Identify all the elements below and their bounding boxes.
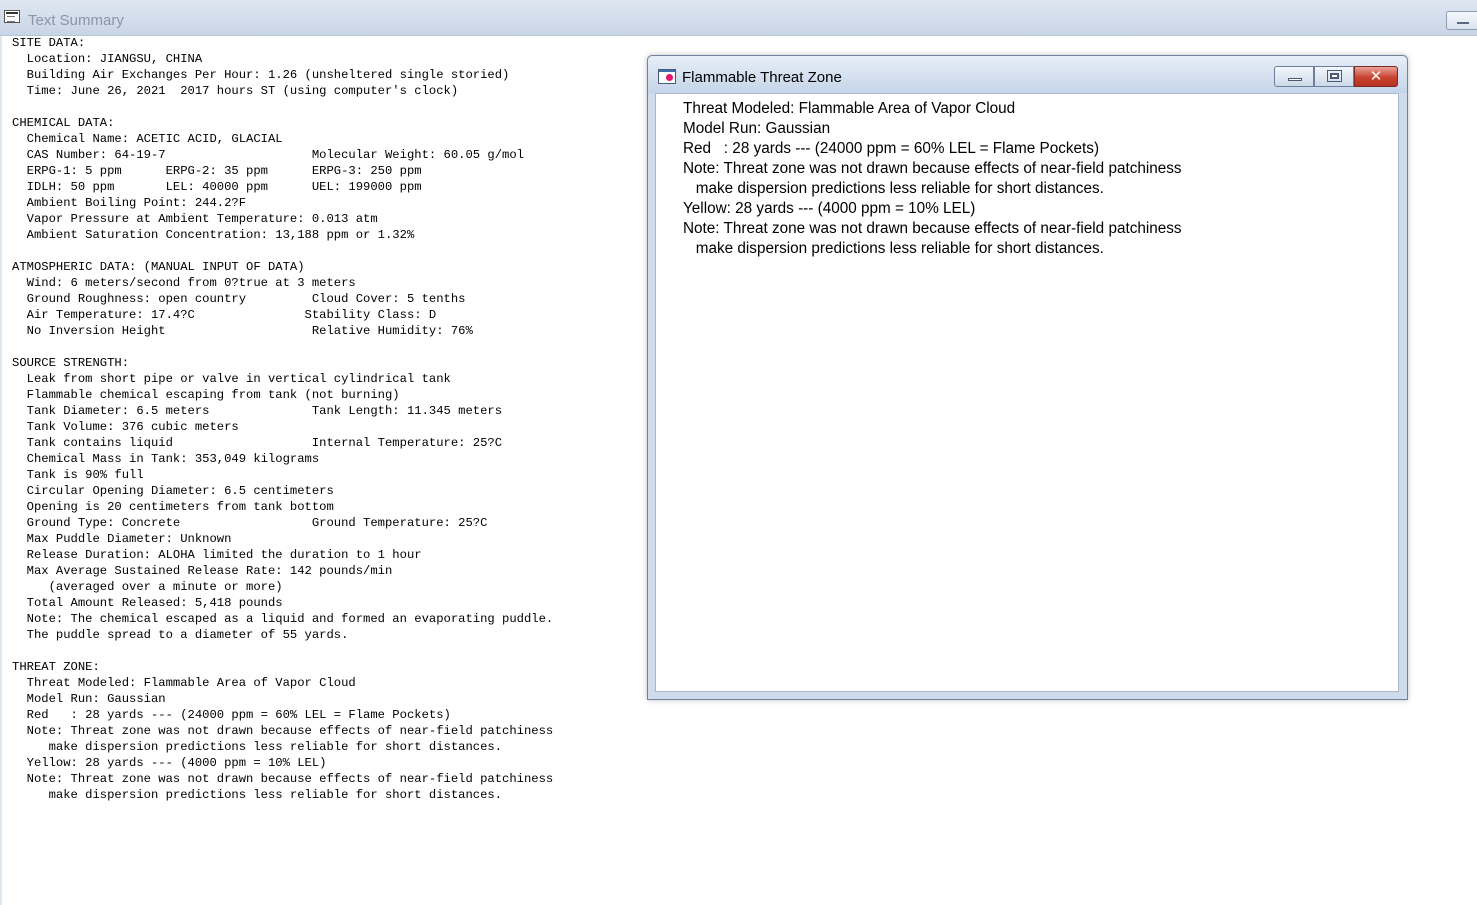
- minimize-icon: [1288, 78, 1302, 81]
- window-border: [0, 36, 2, 905]
- close-icon: ✕: [1369, 67, 1383, 85]
- text-summary-report: SITE DATA: Location: JIANGSU, CHINA Buil…: [12, 36, 554, 802]
- threat-zone-window-icon[interactable]: [658, 69, 676, 84]
- maximize-button[interactable]: [1314, 66, 1354, 87]
- maximize-icon: [1327, 70, 1342, 82]
- minimize-icon: [1457, 22, 1469, 24]
- threat-zone-title: Flammable Threat Zone: [682, 69, 842, 86]
- close-button[interactable]: ✕: [1354, 66, 1398, 87]
- text-summary-titlebar[interactable]: Text Summary: [0, 0, 1477, 36]
- flammable-threat-zone-window: Flammable Threat Zone ✕ Threat Modeled: …: [647, 55, 1408, 700]
- text-summary-title: Text Summary: [28, 12, 124, 29]
- minimize-button[interactable]: [1274, 66, 1314, 87]
- threat-zone-titlebar[interactable]: Flammable Threat Zone ✕: [648, 56, 1407, 93]
- minimize-button[interactable]: [1446, 11, 1477, 30]
- threat-zone-summary-text: Threat Modeled: Flammable Area of Vapor …: [683, 100, 1182, 257]
- window-icon[interactable]: [4, 10, 20, 23]
